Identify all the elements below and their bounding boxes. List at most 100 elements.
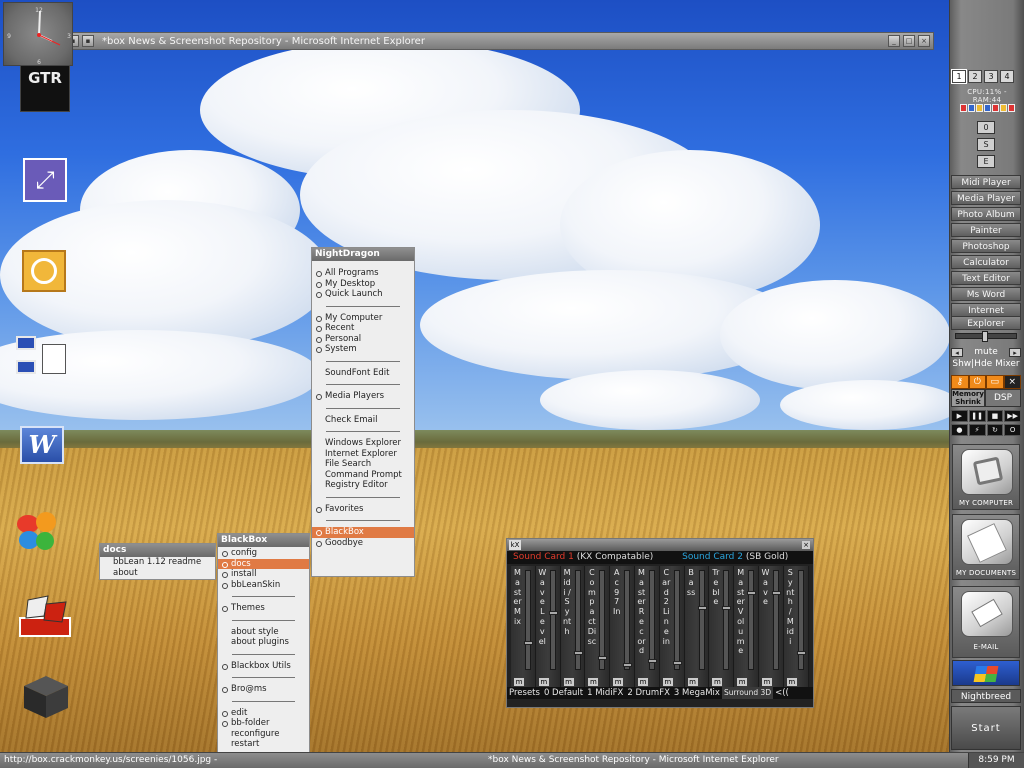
maximize-icon[interactable]: □ [903, 35, 915, 47]
preset-button[interactable]: Surround 3D [721, 687, 774, 699]
preset-button[interactable]: 3 MegaMix [672, 687, 722, 699]
channel-fader[interactable] [672, 570, 682, 670]
menu-item-quick-launch[interactable]: Quick Launch [312, 289, 414, 300]
preset-button[interactable]: 1 MidiFX [585, 687, 625, 699]
mixer-titlebar[interactable]: kX × [507, 539, 813, 551]
next-icon[interactable]: ▶▶ [1004, 410, 1021, 422]
tray-icon[interactable] [975, 104, 983, 112]
menu-item-bbleanskin[interactable]: bbLeanSkin [218, 580, 309, 591]
sound-card-1-tab[interactable]: Sound Card 1 [513, 552, 574, 562]
refresh-icon[interactable]: ↻ [986, 424, 1004, 436]
channel-mute-button[interactable]: m [662, 678, 673, 686]
menu-item-internet-explorer[interactable]: Internet Explorer [312, 449, 414, 460]
app-button-media-player[interactable]: Media Player [951, 191, 1021, 205]
menu-item-themes[interactable]: Themes [218, 603, 309, 614]
folder-icon[interactable]: ▭ [986, 375, 1004, 389]
channel-fader[interactable] [747, 570, 757, 670]
menu-item-my-computer[interactable]: My Computer [312, 313, 414, 324]
s-button[interactable]: S [977, 138, 995, 151]
email-shortcut[interactable]: E-MAIL [952, 586, 1020, 658]
volume-up-icon[interactable]: ▸ [1008, 347, 1021, 357]
record-icon[interactable]: ● [951, 424, 968, 436]
gtr-racing-icon[interactable]: GTR [20, 62, 70, 112]
close-icon[interactable]: × [918, 35, 930, 47]
app-button-photoshop[interactable]: Photoshop [951, 239, 1021, 253]
app-button-midi-player[interactable]: Midi Player [951, 175, 1021, 189]
channel-fader[interactable] [598, 570, 608, 670]
menu-item-command-prompt[interactable]: Command Prompt [312, 470, 414, 481]
fader-knob[interactable] [722, 606, 732, 610]
fader-knob[interactable] [573, 651, 583, 655]
e-button[interactable]: E [977, 155, 995, 168]
pause-icon[interactable]: ❚❚ [968, 410, 986, 422]
volume-slider[interactable] [955, 331, 1017, 342]
menu-item-reconfigure[interactable]: reconfigure [218, 729, 309, 740]
channel-mute-button[interactable]: m [687, 678, 698, 686]
menu-item-install[interactable]: install [218, 569, 309, 580]
minimize-icon[interactable]: _ [888, 35, 900, 47]
fader-knob[interactable] [647, 659, 657, 663]
stop-icon[interactable]: ■ [986, 410, 1004, 422]
channel-mute-button[interactable]: m [514, 678, 524, 686]
fader-knob[interactable] [524, 641, 533, 645]
my-documents-shortcut[interactable]: MY DOCUMENTS [952, 514, 1020, 580]
window-stick-icon[interactable]: ▪ [82, 35, 94, 47]
channel-fader[interactable] [796, 570, 806, 670]
menu-item-system[interactable]: System [312, 344, 414, 355]
menu-item-file-search[interactable]: File Search [312, 459, 414, 470]
app-button-photo-album[interactable]: Photo Album [951, 207, 1021, 221]
channel-mute-button[interactable]: m [637, 678, 648, 686]
channel-fader[interactable] [697, 570, 707, 670]
mute-button[interactable]: mute [974, 347, 998, 357]
my-computer-shortcut[interactable]: MY COMPUTER [952, 444, 1020, 510]
menu-item-personal[interactable]: Personal [312, 334, 414, 345]
app-button-text-editor[interactable]: Text Editor [951, 271, 1021, 285]
zero-button[interactable]: 0 [977, 121, 995, 134]
volume-down-icon[interactable]: ◂ [951, 347, 963, 357]
menu-item-config[interactable]: config [218, 548, 309, 559]
stretch-tool-icon[interactable]: ⤢ [23, 158, 67, 202]
channel-mute-button[interactable]: m [613, 678, 624, 686]
channel-mute-button[interactable]: m [712, 678, 723, 686]
workspace-4-button[interactable]: 4 [1000, 70, 1014, 83]
preset-button[interactable]: <(( [773, 687, 791, 699]
menu-item-blackbox[interactable]: BlackBox [312, 527, 414, 538]
app-button-calculator[interactable]: Calculator [951, 255, 1021, 269]
taskbar-item-ie[interactable]: *box News & Screenshot Repository - Micr… [488, 755, 779, 765]
workspace-3-button[interactable]: 3 [984, 70, 998, 83]
tray-icon[interactable] [983, 104, 991, 112]
tray-icon[interactable] [967, 104, 975, 112]
show-hide-mixer-button[interactable]: Shw|Hde Mixer [951, 358, 1021, 371]
menu-item-docs[interactable]: docs [218, 558, 309, 569]
menu-item-goodbye[interactable]: Goodbye [312, 538, 414, 549]
menu-item-registry-editor[interactable]: Registry Editor [312, 480, 414, 491]
fader-knob[interactable] [747, 591, 757, 595]
tray-icon[interactable] [999, 104, 1007, 112]
menu-item-about-style[interactable]: about style [218, 627, 309, 638]
channel-fader[interactable] [722, 570, 732, 670]
windows-flag-icon[interactable] [952, 660, 1020, 686]
menu-item-bblean-readme[interactable]: bbLean 1.12 readme [100, 557, 215, 568]
channel-mute-button[interactable]: m [761, 678, 772, 686]
tray-icon[interactable] [991, 104, 999, 112]
tray-icon[interactable] [1007, 104, 1015, 112]
app-button-explorer[interactable]: Explorer [951, 316, 1021, 330]
memory-shrink-button[interactable]: Memory Shrink [951, 389, 985, 407]
lightning-icon[interactable]: ⚡ [968, 424, 986, 436]
fader-knob[interactable] [796, 651, 806, 655]
msn-butterfly-icon[interactable] [12, 510, 64, 552]
dsp-button[interactable]: DSP [985, 389, 1021, 407]
menu-item-about-plugins[interactable]: about plugins [218, 637, 309, 648]
power-icon[interactable]: ⏻ [968, 375, 986, 389]
preset-button[interactable]: 2 DrumFX [625, 687, 672, 699]
menu-item-windows-explorer[interactable]: Windows Explorer [312, 438, 414, 449]
app-button-painter[interactable]: Painter [951, 223, 1021, 237]
menu-item-edit[interactable]: edit [218, 708, 309, 719]
menu-item-check-email[interactable]: Check Email [312, 415, 414, 426]
dark-cube-icon[interactable] [22, 674, 70, 720]
mixer-close-icon[interactable]: × [802, 541, 810, 549]
menu-item-recent[interactable]: Recent [312, 323, 414, 334]
close-icon[interactable]: × [1003, 375, 1021, 389]
channel-mute-button[interactable]: m [538, 678, 549, 686]
outlook-icon[interactable] [22, 250, 66, 292]
